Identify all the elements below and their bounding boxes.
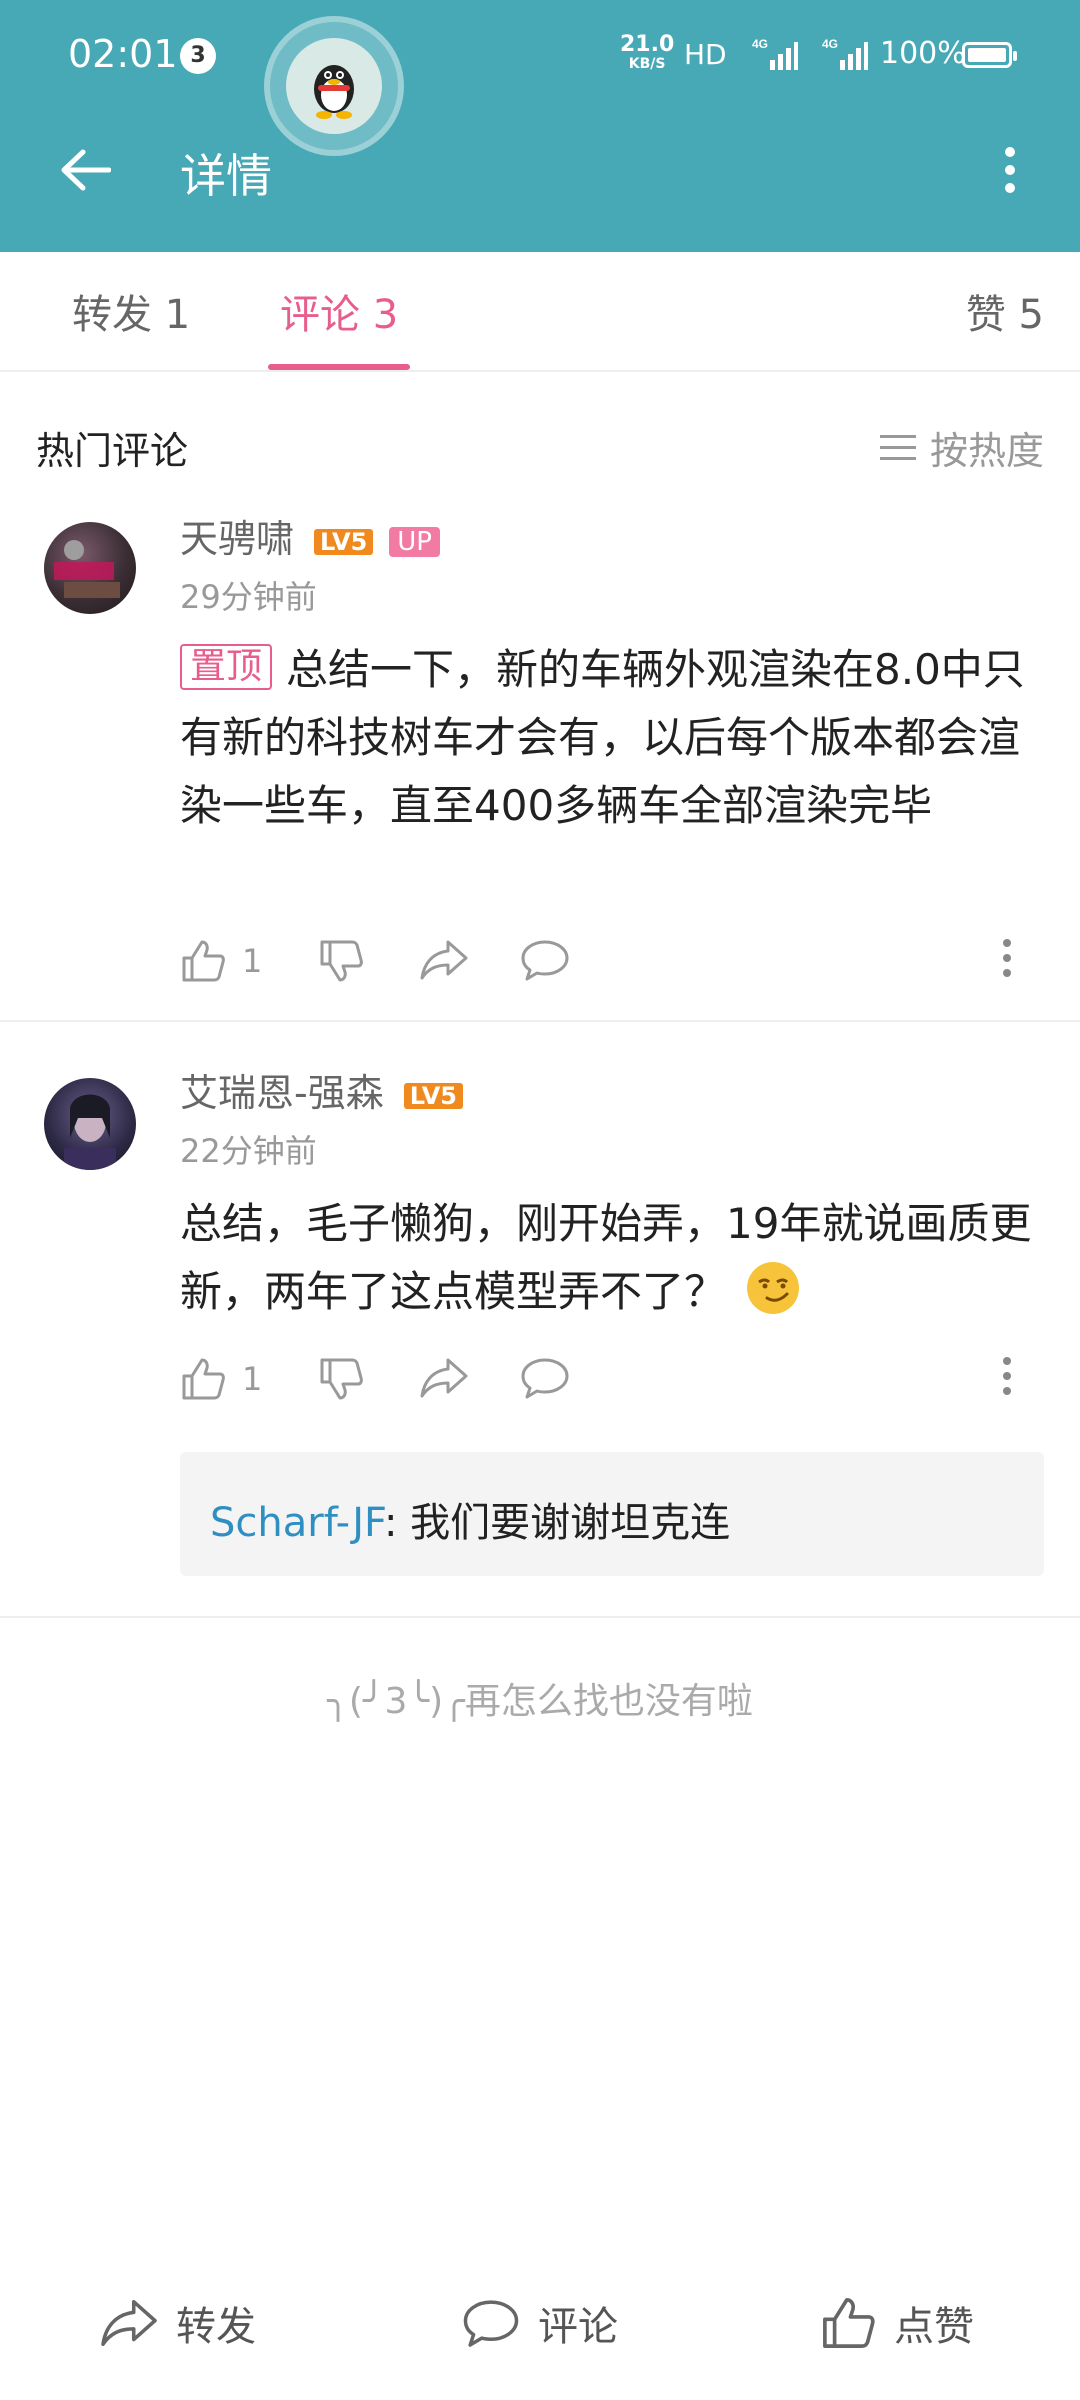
like-post-button[interactable]: 点赞 — [820, 2294, 974, 2352]
end-of-list-note: ╮(╯3╰)╭再怎么找也没有啦 — [327, 1681, 753, 1722]
comment-label: 评论 — [538, 2304, 618, 2350]
section-title: 热门评论 — [36, 429, 189, 473]
hot-comments-header: 热门评论 按热度 — [36, 420, 1044, 473]
pinned-badge: 置顶 — [180, 644, 273, 690]
more-vertical-icon — [1003, 1357, 1011, 1395]
like-count: 1 — [242, 942, 263, 980]
notification-badge: 3 — [180, 38, 216, 74]
tab-comments[interactable]: 评论 3 — [280, 282, 398, 340]
comment-button[interactable]: 评论 — [462, 2294, 618, 2352]
level-badge: LV5 — [314, 528, 374, 555]
svg-text:4G: 4G — [822, 37, 838, 51]
share-arrow-icon — [101, 2299, 157, 2347]
like-button[interactable]: 1 — [180, 938, 262, 984]
reply-preview[interactable]: Scharf-JF: 我们要谢谢坦克连 — [180, 1452, 1044, 1576]
reply-body: : 我们要谢谢坦克连 — [383, 1500, 731, 1546]
thumbs-up-icon — [182, 940, 225, 982]
more-vertical-icon — [1005, 147, 1015, 193]
app-header: 02:01 3 21.0 KB/S HD 4G 4G 100% 详情 — [0, 0, 1080, 252]
speech-bubble-icon — [463, 2300, 519, 2347]
svg-text:4G: 4G — [752, 37, 768, 51]
thumbs-down-icon — [320, 940, 363, 982]
thumbs-up-icon — [823, 2298, 875, 2348]
status-time: 02:01 — [68, 32, 178, 76]
like-count: 1 — [242, 1360, 263, 1398]
more-options-button[interactable] — [980, 135, 1040, 205]
sort-label: 按热度 — [929, 429, 1044, 473]
speech-bubble-icon — [521, 1358, 569, 1399]
level-badge: LV5 — [403, 1082, 463, 1109]
reply-text: Scharf-JF: 我们要谢谢坦克连 — [210, 1490, 730, 1548]
comment-actions: 1 — [180, 1356, 1060, 1416]
signal-icon: 4G — [752, 37, 798, 70]
smirk-emoji-icon — [747, 1262, 800, 1314]
repost-button[interactable]: 转发 — [100, 2294, 256, 2352]
bottom-action-bar: 转发 评论 点赞 — [0, 2280, 1080, 2380]
dislike-button[interactable] — [318, 938, 364, 984]
penguin-icon — [314, 65, 354, 119]
avatar[interactable] — [44, 522, 136, 614]
comment-body: 总结一下，新的车辆外观渲染在8.0中只有新的科技树车才会有，以后每个版本都会渲染… — [180, 645, 1025, 830]
network-speed: 21.0 KB/S — [620, 32, 675, 73]
tab-repost[interactable]: 转发 1 — [72, 282, 190, 340]
qq-floating-bubble[interactable] — [264, 16, 404, 156]
reply-button[interactable] — [520, 1356, 570, 1400]
avatar[interactable] — [44, 1078, 136, 1170]
comment-text: 总结，毛子懒狗，刚开始弄，19年就说画质更新，两年了这点模型弄不了？ — [180, 1190, 1040, 1326]
arrow-left-icon — [61, 149, 111, 191]
battery-icon — [962, 42, 1017, 68]
share-button[interactable] — [420, 938, 468, 982]
comment-username[interactable]: 天骋啸 LV5 UP — [180, 508, 440, 563]
username-text[interactable]: 天骋啸 — [180, 517, 294, 561]
thumbs-down-icon — [320, 1358, 363, 1400]
comment-time: 29分钟前 — [180, 578, 317, 616]
comment-body: 总结，毛子懒狗，刚开始弄，19年就说画质更新，两年了这点模型弄不了？ — [180, 1199, 1032, 1316]
repost-label: 转发 — [176, 2304, 256, 2350]
hd-indicator: HD — [684, 38, 727, 71]
signal-icon-2: 4G — [822, 37, 868, 70]
detail-tabs: 转发 1 评论 3 赞 5 — [0, 252, 1080, 372]
dislike-button[interactable] — [318, 1356, 364, 1402]
comment-time: 22分钟前 — [180, 1132, 317, 1170]
more-vertical-icon — [1003, 939, 1011, 977]
share-arrow-icon — [420, 1358, 468, 1398]
like-label: 点赞 — [894, 2304, 974, 2350]
comment-text: 置顶 总结一下，新的车辆外观渲染在8.0中只有新的科技树车才会有，以后每个版本都会… — [180, 636, 1040, 840]
active-tab-indicator — [268, 364, 410, 370]
page-title: 详情 — [180, 149, 272, 203]
reply-button[interactable] — [520, 938, 570, 982]
avatar-image — [64, 1094, 116, 1170]
back-button[interactable] — [50, 135, 120, 205]
comment-more-button[interactable] — [1002, 938, 1012, 978]
share-arrow-icon — [420, 940, 468, 980]
like-button[interactable]: 1 — [180, 1356, 262, 1402]
thumbs-up-icon — [182, 1358, 225, 1400]
battery-percent: 100% — [880, 36, 966, 71]
up-badge: UP — [389, 526, 440, 557]
reply-username[interactable]: Scharf-JF — [210, 1500, 384, 1546]
status-bar: 02:01 3 21.0 KB/S HD 4G 4G 100% — [0, 30, 1080, 80]
comment-more-button[interactable] — [1002, 1356, 1012, 1396]
comment-username[interactable]: 艾瑞恩-强森 LV5 — [180, 1062, 463, 1117]
speech-bubble-icon — [521, 940, 569, 981]
comment-actions: 1 — [180, 938, 1060, 998]
sort-button[interactable]: 按热度 — [879, 420, 1044, 475]
avatar-image — [54, 540, 120, 598]
share-button[interactable] — [420, 1356, 468, 1400]
divider — [0, 1020, 1080, 1022]
menu-lines-icon — [879, 434, 916, 460]
username-text[interactable]: 艾瑞恩-强森 — [180, 1071, 384, 1115]
divider — [0, 1616, 1080, 1618]
tab-likes[interactable]: 赞 5 — [966, 282, 1044, 340]
